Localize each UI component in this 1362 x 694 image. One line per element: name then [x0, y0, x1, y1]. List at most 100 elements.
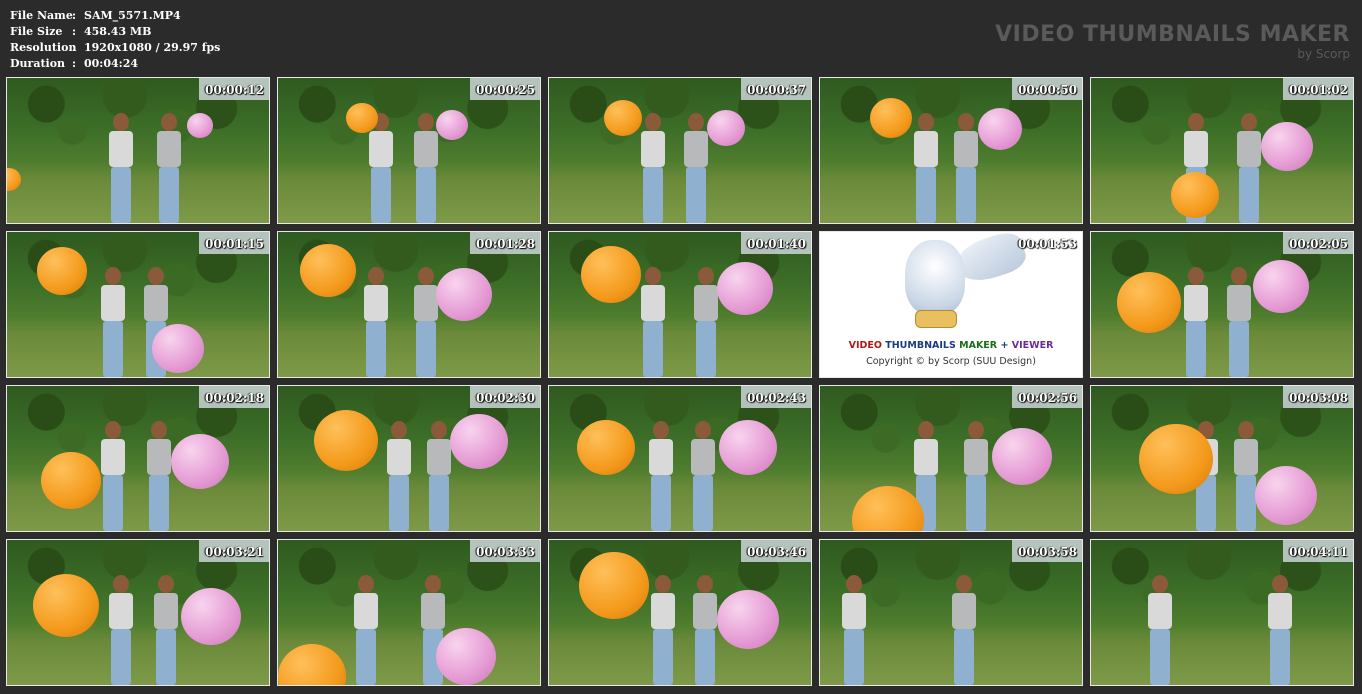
pink-balloon [450, 414, 508, 470]
person-legs [643, 167, 663, 223]
person-head [918, 113, 934, 131]
thumbnail-timestamp: 00:02:18 [205, 391, 264, 405]
orange-balloon [1171, 172, 1219, 218]
thumbnail[interactable]: 00:02:56 [819, 385, 1083, 532]
info-value: 00:04:24 [84, 57, 139, 70]
person-head [148, 267, 164, 285]
person-figure [962, 421, 990, 531]
person-figure [912, 113, 940, 223]
person-head [391, 421, 407, 439]
thumbnail-timestamp: 00:02:05 [1289, 237, 1348, 251]
person-figure [689, 421, 717, 531]
thumbnail[interactable]: 00:03:08 [1090, 385, 1354, 532]
person-head [695, 421, 711, 439]
thumbnail-timestamp: 00:00:25 [476, 83, 535, 97]
person-legs [1239, 167, 1259, 223]
pink-balloon [707, 110, 745, 147]
person-legs [1186, 321, 1206, 377]
scroll-icon [915, 310, 957, 328]
person-torso [109, 593, 133, 629]
person-head [151, 421, 167, 439]
info-colon: : [72, 9, 77, 22]
person-legs [356, 629, 376, 685]
person-head [158, 575, 174, 593]
orange-balloon [1117, 272, 1181, 333]
person-head [113, 575, 129, 593]
info-colon: : [72, 57, 77, 70]
person-torso [1227, 285, 1251, 321]
person-torso [1184, 131, 1208, 167]
pink-balloon [436, 110, 468, 141]
person-torso [387, 439, 411, 475]
thumbnail[interactable]: 00:01:02 [1090, 77, 1354, 224]
person-legs [1229, 321, 1249, 377]
person-head [105, 421, 121, 439]
pink-balloon [436, 628, 496, 685]
person-torso [144, 285, 168, 321]
person-figure [155, 113, 183, 223]
person-legs [1236, 475, 1256, 531]
person-head [368, 267, 384, 285]
orange-balloon [314, 410, 378, 471]
person-figure [145, 421, 173, 531]
thumbnail-timestamp: 00:03:46 [747, 545, 806, 559]
person-legs [653, 629, 673, 685]
person-head [697, 575, 713, 593]
person-legs [695, 629, 715, 685]
person-head [1238, 421, 1254, 439]
person-figure [952, 113, 980, 223]
person-torso [914, 131, 938, 167]
person-legs [954, 629, 974, 685]
pink-balloon [171, 434, 229, 490]
person-torso [354, 593, 378, 629]
person-head [431, 421, 447, 439]
info-row-resolution: Resolution : 1920x1080 / 29.97 fps [10, 40, 220, 56]
person-torso [414, 285, 438, 321]
person-figure [1182, 267, 1210, 377]
person-torso [1184, 285, 1208, 321]
orange-balloon [41, 452, 101, 509]
thumbnail[interactable]: 00:02:43 [548, 385, 812, 532]
person-torso [427, 439, 451, 475]
thumbnail-timestamp: 00:00:50 [1018, 83, 1077, 97]
thumbnail[interactable]: 00:03:33 [277, 539, 541, 686]
person-torso [641, 131, 665, 167]
person-head [688, 113, 704, 131]
info-label: File Name [10, 9, 73, 22]
thumbnail[interactable]: 00:02:05 [1090, 231, 1354, 378]
person-legs [956, 167, 976, 223]
person-torso [694, 285, 718, 321]
thumbnail[interactable]: 00:01:15 [6, 231, 270, 378]
thumbnail[interactable]: 00:00:25 [277, 77, 541, 224]
info-value: 1920x1080 / 29.97 fps [84, 41, 221, 54]
thumbnail-timestamp: 00:03:21 [205, 545, 264, 559]
person-torso [364, 285, 388, 321]
thumbnail[interactable]: 00:01:40 [548, 231, 812, 378]
person-torso [691, 439, 715, 475]
orange-balloon [581, 246, 641, 303]
person-figure [639, 113, 667, 223]
orange-balloon [604, 100, 642, 137]
thumbnail[interactable]: 00:02:18 [6, 385, 270, 532]
thumbnail[interactable]: 00:00:50 [819, 77, 1083, 224]
thumbnail[interactable]: 00:03:21 [6, 539, 270, 686]
thumbnail[interactable]: 00:00:37 [548, 77, 812, 224]
person-legs [159, 167, 179, 223]
pink-balloon [152, 324, 204, 374]
person-legs [1150, 629, 1170, 685]
pink-balloon [717, 262, 773, 316]
person-torso [154, 593, 178, 629]
person-legs [389, 475, 409, 531]
thumbnail-timestamp: 00:03:58 [1018, 545, 1077, 559]
thumbnail[interactable]: 00:03:58 [819, 539, 1083, 686]
person-torso [101, 439, 125, 475]
person-torso [952, 593, 976, 629]
thumbnail[interactable]: 00:00:12 [6, 77, 270, 224]
person-figure [412, 267, 440, 377]
thumbnail[interactable]: 00:02:30 [277, 385, 541, 532]
logo-plus: + [1000, 340, 1009, 351]
thumbnail[interactable]: VIDEO THUMBNAILS MAKER + VIEWER Copyright… [819, 231, 1083, 378]
thumbnail[interactable]: 00:01:28 [277, 231, 541, 378]
thumbnail[interactable]: 00:04:11 [1090, 539, 1354, 686]
thumbnail[interactable]: 00:03:46 [548, 539, 812, 686]
